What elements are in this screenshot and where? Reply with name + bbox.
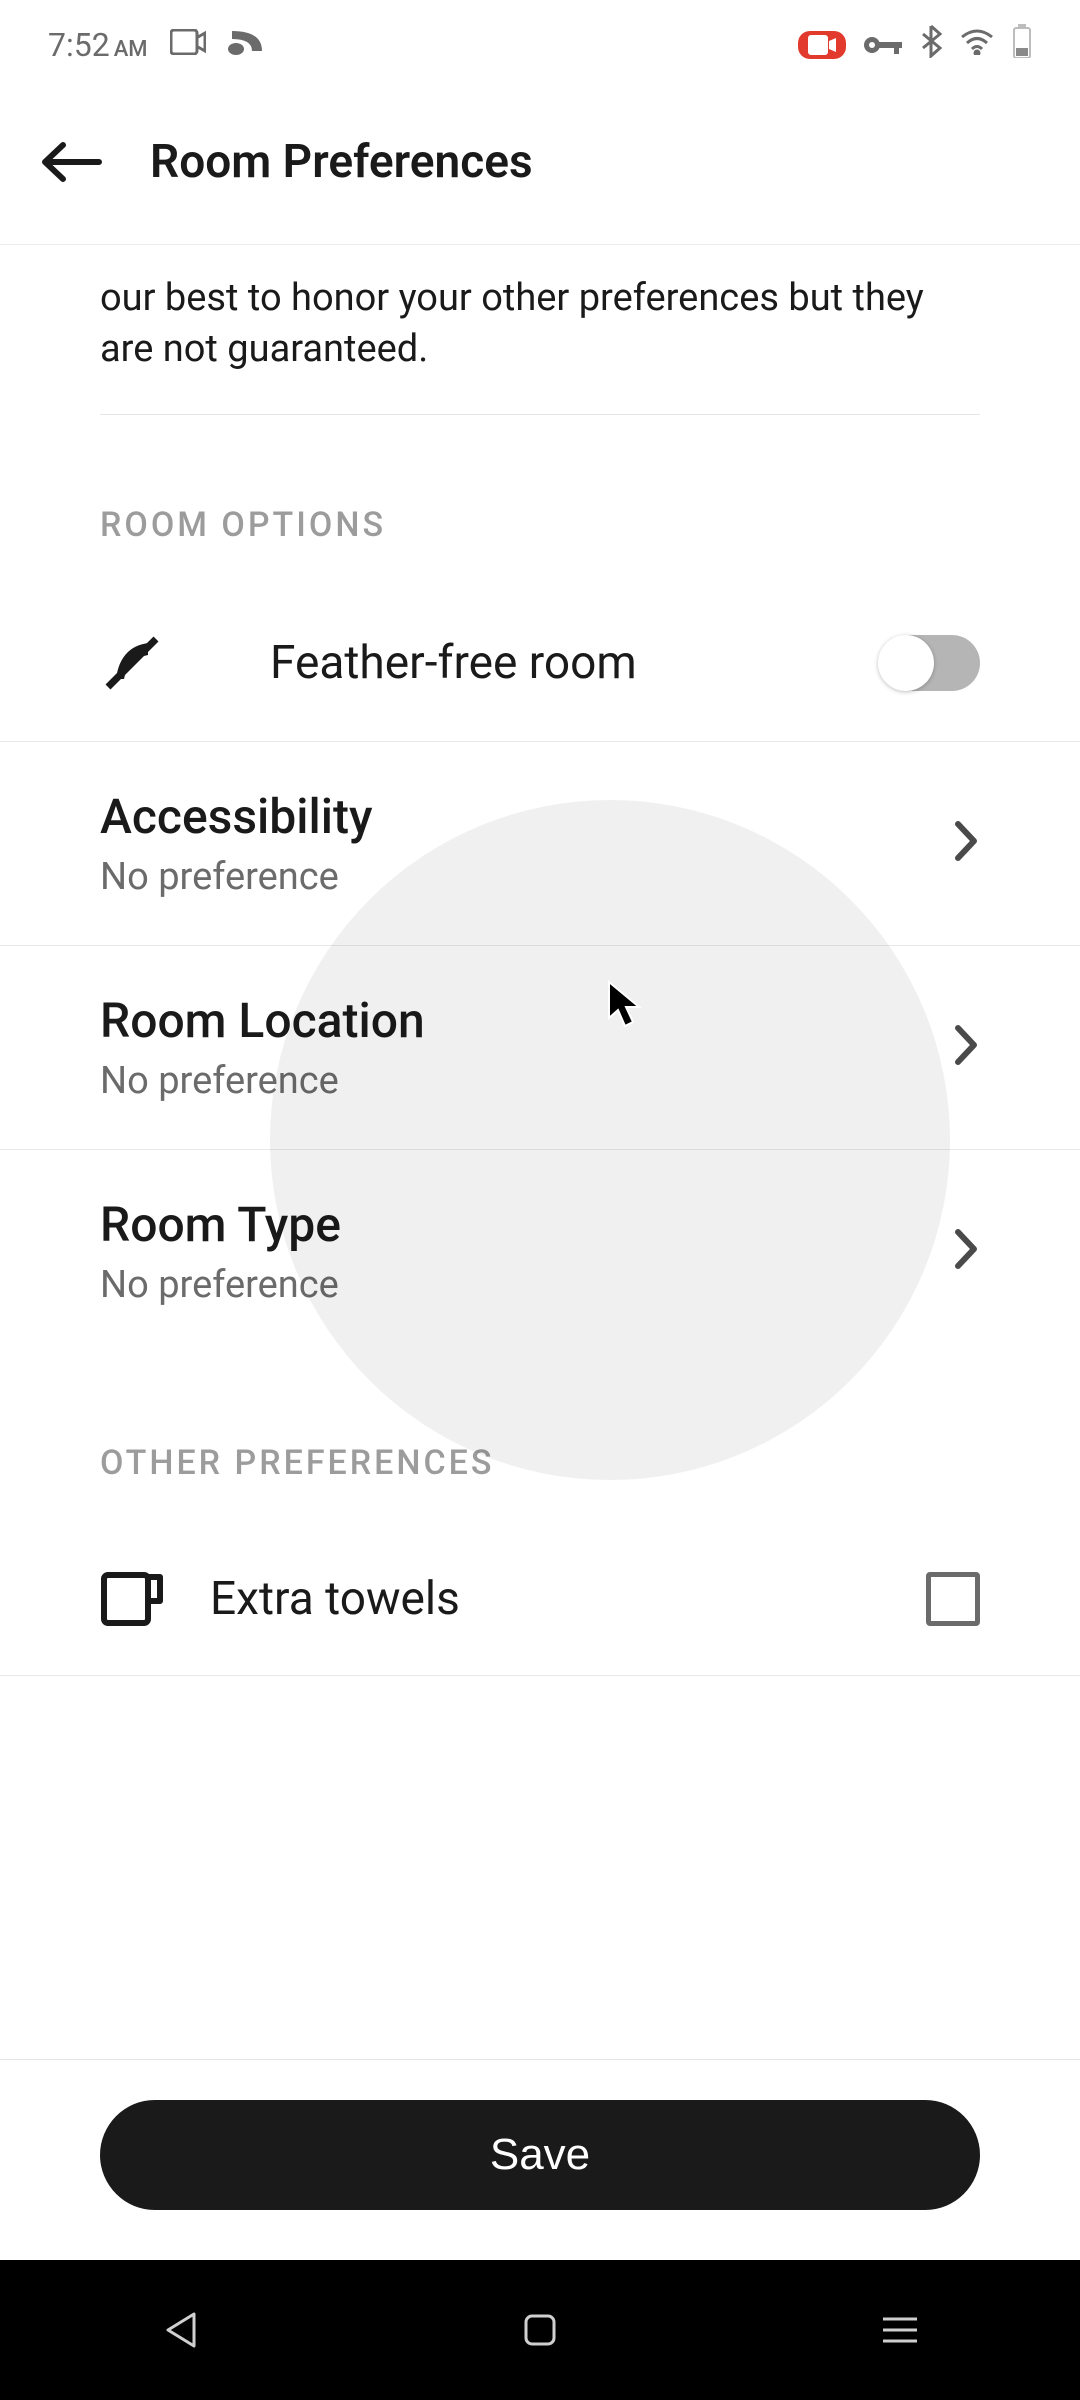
room-location-row[interactable]: Room Location No preference <box>0 946 1080 1150</box>
save-button[interactable]: Save <box>100 2100 980 2210</box>
room-location-value: No preference <box>100 1059 954 1103</box>
nav-recent-button[interactable] <box>872 2302 928 2358</box>
toggle-knob <box>878 635 934 691</box>
feather-free-label: Feather-free room <box>270 636 880 690</box>
accessibility-title: Accessibility <box>100 788 954 845</box>
room-options-header: ROOM OPTIONS <box>0 415 1080 585</box>
feather-free-toggle[interactable] <box>880 635 980 691</box>
extra-towels-label: Extra towels <box>210 1572 926 1626</box>
feather-free-row[interactable]: Feather-free room <box>0 585 1080 742</box>
status-time: 7:52AM <box>48 26 148 64</box>
room-location-title: Room Location <box>100 992 954 1049</box>
bluetooth-icon <box>920 24 942 66</box>
back-button[interactable] <box>40 130 104 194</box>
room-type-value: No preference <box>100 1263 954 1307</box>
vpn-key-icon <box>864 28 902 63</box>
screen-record-icon <box>798 31 846 59</box>
battery-icon <box>1012 24 1032 66</box>
save-bar: Save <box>0 2059 1080 2260</box>
app-header: Room Preferences <box>0 90 1080 245</box>
arrow-left-icon <box>41 141 103 183</box>
nav-home-button[interactable] <box>512 2302 568 2358</box>
status-left: 7:52AM <box>48 26 262 64</box>
system-nav-bar <box>0 2260 1080 2400</box>
room-type-title: Room Type <box>100 1196 954 1253</box>
no-feather-icon <box>100 631 210 695</box>
content-area: our best to honor your other preferences… <box>0 245 1080 1676</box>
other-preferences-header: OTHER PREFERENCES <box>0 1353 1080 1523</box>
room-type-row[interactable]: Room Type No preference <box>0 1150 1080 1353</box>
extra-towels-row[interactable]: Extra towels <box>0 1523 1080 1676</box>
status-ampm: AM <box>114 37 148 62</box>
status-right <box>798 24 1032 66</box>
accessibility-row[interactable]: Accessibility No preference <box>0 742 1080 946</box>
cast-icon <box>228 28 262 63</box>
accessibility-value: No preference <box>100 855 954 899</box>
wifi-icon <box>960 28 994 63</box>
page-title: Room Preferences <box>150 135 533 189</box>
status-bar: 7:52AM <box>0 0 1080 90</box>
chevron-right-icon <box>954 1024 980 1070</box>
chevron-right-icon <box>954 1228 980 1274</box>
extra-towels-checkbox[interactable] <box>926 1572 980 1626</box>
status-time-value: 7:52 <box>48 26 110 64</box>
chevron-right-icon <box>954 820 980 866</box>
towels-icon <box>100 1569 210 1629</box>
nav-back-button[interactable] <box>152 2302 208 2358</box>
camera-icon <box>170 28 206 63</box>
preferences-disclaimer: our best to honor your other preferences… <box>0 245 1080 414</box>
